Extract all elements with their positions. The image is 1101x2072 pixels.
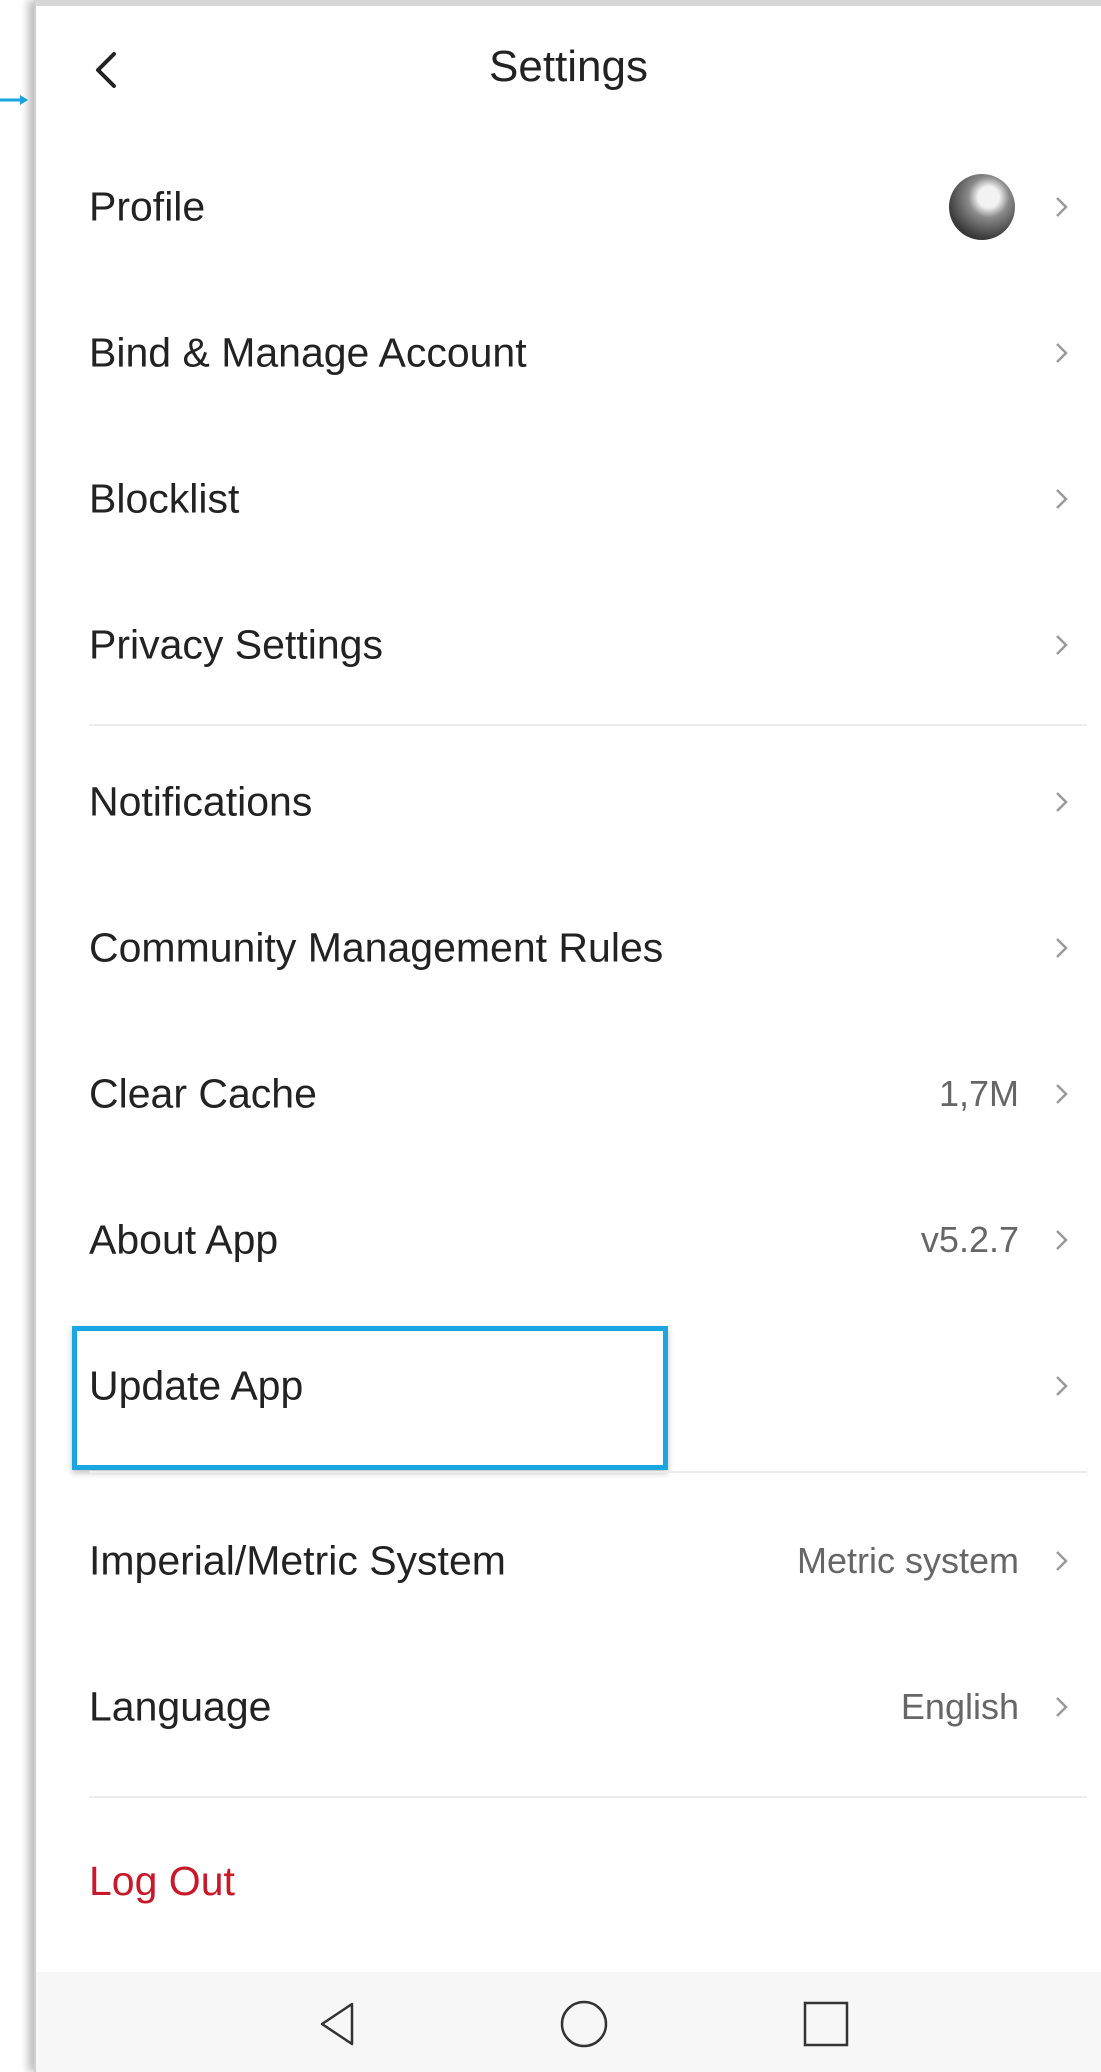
- row-privacy-settings[interactable]: Privacy Settings: [36, 572, 1101, 718]
- row-imperial-metric-system[interactable]: Imperial/Metric System Metric system: [36, 1488, 1101, 1634]
- row-about-app[interactable]: About App v5.2.7: [36, 1167, 1101, 1313]
- chevron-right-icon: [1056, 343, 1068, 363]
- cache-size-value: 1,7M: [938, 1073, 1019, 1114]
- system-navbar: [36, 1972, 1101, 2072]
- avatar: [949, 174, 1015, 240]
- divider: [89, 1471, 1087, 1473]
- row-clear-cache[interactable]: Clear Cache 1,7M: [36, 1021, 1101, 1167]
- page-title: Settings: [489, 42, 648, 91]
- divider: [89, 1796, 1087, 1798]
- triangle-back-icon[interactable]: [308, 1994, 368, 2054]
- chevron-right-icon: [1056, 635, 1068, 655]
- row-label: Clear Cache: [89, 1070, 317, 1117]
- circle-home-icon[interactable]: [554, 1994, 614, 2054]
- row-profile[interactable]: Profile: [36, 134, 1101, 280]
- chevron-right-icon: [1056, 197, 1068, 217]
- logout-button[interactable]: Log Out: [89, 1858, 235, 1905]
- chevron-right-icon: [1056, 1230, 1068, 1250]
- unit-system-value: Metric system: [796, 1540, 1019, 1581]
- row-label: Privacy Settings: [89, 621, 383, 668]
- row-label: Community Management Rules: [89, 924, 664, 971]
- row-label: About App: [89, 1216, 279, 1263]
- version-value: v5.2.7: [920, 1219, 1019, 1260]
- pointer-arrow-icon: [0, 95, 28, 105]
- highlight-box: [72, 1326, 668, 1470]
- row-notifications[interactable]: Notifications: [36, 729, 1101, 875]
- row-language[interactable]: Language English: [36, 1634, 1101, 1780]
- divider: [89, 724, 1087, 726]
- left-gutter: [0, 0, 30, 2072]
- row-label: Profile: [89, 183, 206, 230]
- chevron-right-icon: [1056, 792, 1068, 812]
- chevron-right-icon: [1056, 489, 1068, 509]
- chevron-right-icon: [1056, 1084, 1068, 1104]
- row-blocklist[interactable]: Blocklist: [36, 426, 1101, 572]
- chevron-right-icon: [1056, 938, 1068, 958]
- row-label: Bind & Manage Account: [89, 329, 527, 376]
- header: Settings: [36, 12, 1101, 132]
- row-label: Language: [89, 1683, 272, 1730]
- row-label: Imperial/Metric System: [89, 1537, 506, 1584]
- row-community-management-rules[interactable]: Community Management Rules: [36, 875, 1101, 1021]
- language-value: English: [900, 1686, 1019, 1727]
- settings-screen: Settings Profile Bind & Manage Account B…: [34, 0, 1101, 2072]
- row-bind-manage-account[interactable]: Bind & Manage Account: [36, 280, 1101, 426]
- row-label: Notifications: [89, 778, 313, 825]
- square-recents-icon[interactable]: [796, 1994, 856, 2054]
- chevron-right-icon: [1056, 1376, 1068, 1396]
- chevron-right-icon: [1056, 1551, 1068, 1571]
- row-label: Blocklist: [89, 475, 240, 522]
- chevron-right-icon: [1056, 1697, 1068, 1717]
